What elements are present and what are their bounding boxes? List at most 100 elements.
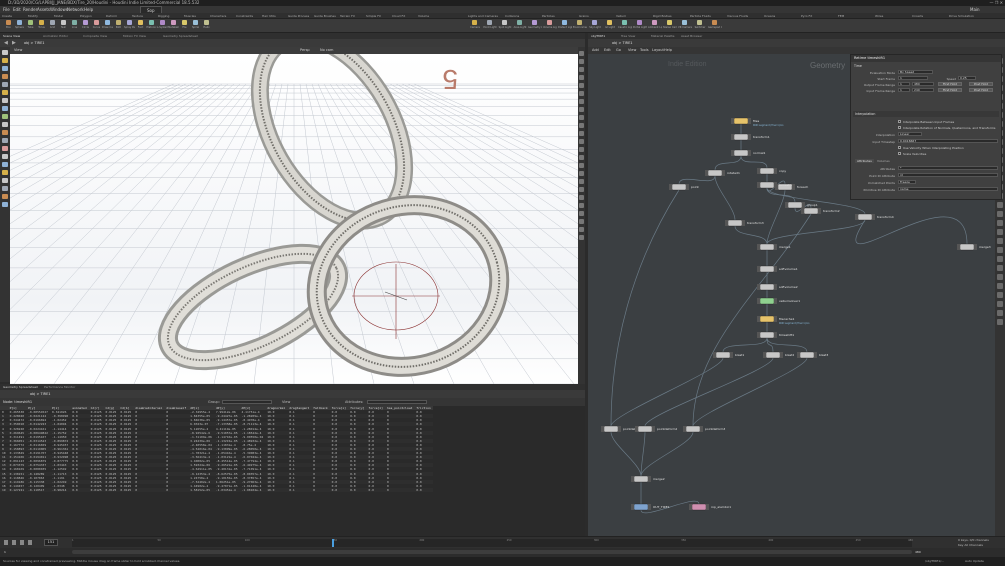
- output-post-hold-select[interactable]: Post Hold: [969, 82, 993, 86]
- network-option-icon[interactable]: [997, 292, 1003, 298]
- network-node[interactable]: transform3: [725, 219, 764, 227]
- node-flag-icon[interactable]: [757, 284, 760, 290]
- display-option-icon[interactable]: [579, 107, 584, 112]
- shelf-tool[interactable]: Tube: [25, 20, 36, 32]
- node-flag-icon[interactable]: [635, 426, 638, 432]
- start-frame-field[interactable]: 1: [898, 76, 928, 80]
- view-menu[interactable]: View: [282, 398, 290, 406]
- shelf-tool[interactable]: Path: [113, 20, 124, 32]
- interp-rotation-checkbox[interactable]: [898, 126, 901, 129]
- node-display-icon[interactable]: [818, 208, 821, 214]
- node-display-icon[interactable]: [748, 150, 751, 156]
- network-node[interactable]: merge2: [631, 475, 665, 483]
- menu-help[interactable]: Help: [84, 6, 93, 13]
- subtab-attributes[interactable]: Attributes: [855, 159, 874, 163]
- node-display-icon[interactable]: [652, 426, 655, 432]
- stop-icon[interactable]: [12, 540, 16, 545]
- network-option-icon[interactable]: [997, 301, 1003, 307]
- viewport-tool-icon[interactable]: [2, 98, 8, 103]
- network-option-icon[interactable]: [997, 274, 1003, 280]
- display-option-icon[interactable]: [579, 59, 584, 64]
- node-flag-icon[interactable]: [801, 208, 804, 214]
- build-select[interactable]: Main: [970, 6, 980, 13]
- node-display-icon[interactable]: [618, 426, 621, 432]
- column-header[interactable]: has_pointcloud: [384, 406, 415, 411]
- network-option-icon[interactable]: [997, 220, 1003, 226]
- node-display-icon[interactable]: [722, 170, 725, 176]
- node-display-icon[interactable]: [742, 220, 745, 226]
- shelf-tool[interactable]: Grid: [47, 20, 58, 32]
- attributes-param-field[interactable]: *: [898, 166, 998, 170]
- point-id-field[interactable]: id: [898, 173, 998, 177]
- node-body[interactable]: [759, 265, 775, 273]
- node-flag-icon[interactable]: [669, 184, 672, 190]
- spreadsheet-table[interactable]: P[x] P[y] P[z] animated Cd[r] Cd[g] Cd[b] disab…: [0, 406, 585, 536]
- network-path[interactable]: obj > TIRE1: [612, 39, 633, 47]
- display-option-icon[interactable]: [579, 171, 584, 176]
- shelf-tool-right[interactable]: Stereo Camera: [663, 20, 677, 32]
- speed-field[interactable]: 0.25: [958, 76, 976, 80]
- interpolation-section[interactable]: Interpolation: [853, 111, 999, 117]
- display-option-icon[interactable]: [579, 179, 584, 184]
- network-node[interactable]: point: [669, 183, 699, 191]
- node-flag-icon[interactable]: [683, 426, 686, 432]
- column-header[interactable]: disableInternal: [133, 406, 165, 411]
- shelf-tool-right[interactable]: Spot Light: [498, 20, 512, 32]
- viewport-canvas[interactable]: 5: [10, 54, 578, 384]
- scale-velocities-checkbox[interactable]: [898, 152, 901, 155]
- display-option-icon[interactable]: [579, 139, 584, 144]
- node-display-icon[interactable]: [748, 134, 751, 140]
- node-body[interactable]: [759, 297, 775, 305]
- node-display-icon[interactable]: [774, 298, 777, 304]
- input-post-hold-select[interactable]: Post Hold: [969, 88, 993, 92]
- node-body[interactable]: [759, 181, 775, 189]
- node-body[interactable]: [685, 425, 701, 433]
- node-display-icon[interactable]: [792, 184, 795, 190]
- network-option-icon[interactable]: [997, 256, 1003, 262]
- network-menu-item[interactable]: Add: [592, 47, 599, 54]
- shelf-tool[interactable]: Circle: [80, 20, 91, 32]
- display-option-icon[interactable]: [579, 99, 584, 104]
- node-flag-icon[interactable]: [757, 244, 760, 250]
- persp-menu[interactable]: Persp: [300, 47, 310, 54]
- display-option-icon[interactable]: [579, 211, 584, 216]
- shelf-tool-right[interactable]: Portal Light: [633, 20, 647, 32]
- node-display-icon[interactable]: [974, 244, 977, 250]
- network-node[interactable]: softvolume2: [757, 283, 798, 291]
- shelf-tool[interactable]: Spray Paint: [124, 20, 135, 32]
- display-option-icon[interactable]: [579, 51, 584, 56]
- shelf-tool[interactable]: Torus: [36, 20, 47, 32]
- frame-slider[interactable]: 1 50 100 150 200 250 300 350 400 450 480: [72, 539, 913, 547]
- cam-menu[interactable]: No cam: [320, 47, 333, 54]
- viewport-tool-icon[interactable]: [2, 58, 8, 63]
- shelf-tool[interactable]: File: [179, 20, 190, 32]
- node-body[interactable]: [759, 167, 775, 175]
- network-option-icon[interactable]: [997, 283, 1003, 289]
- viewport-tool-icon[interactable]: [2, 202, 8, 207]
- prim-id-field[interactable]: name: [898, 187, 998, 191]
- forward-arrow-icon[interactable]: ▶: [12, 39, 18, 47]
- node-display-icon[interactable]: [774, 244, 777, 250]
- viewport-tool-icon[interactable]: [2, 66, 8, 71]
- node-flag-icon[interactable]: [713, 352, 716, 358]
- display-option-icon[interactable]: [579, 163, 584, 168]
- display-option-icon[interactable]: [579, 195, 584, 200]
- network-menu-item[interactable]: View: [628, 47, 636, 54]
- output-start-field[interactable]: 1: [898, 82, 910, 86]
- node-flag-icon[interactable]: [757, 298, 760, 304]
- node-body[interactable]: [759, 315, 775, 323]
- input-timestep-field[interactable]: 0.0416667: [898, 139, 998, 143]
- node-body[interactable]: [707, 169, 723, 177]
- node-body[interactable]: [691, 503, 707, 511]
- display-option-icon[interactable]: [579, 227, 584, 232]
- shelf-tool-right[interactable]: Caustic Light: [618, 20, 632, 32]
- shelf-tool[interactable]: Sphere: [14, 20, 25, 32]
- shelf-tool-right[interactable]: Camera: [468, 20, 482, 32]
- node-body[interactable]: [765, 351, 781, 359]
- network-node[interactable]: pointdeform3: [683, 425, 725, 433]
- viewport-tool-icon[interactable]: [2, 114, 8, 119]
- shelf-tool-right[interactable]: Point Light: [483, 20, 497, 32]
- node-body[interactable]: [671, 183, 687, 191]
- viewport-tool-icon[interactable]: [2, 162, 8, 167]
- playhead[interactable]: [332, 539, 334, 547]
